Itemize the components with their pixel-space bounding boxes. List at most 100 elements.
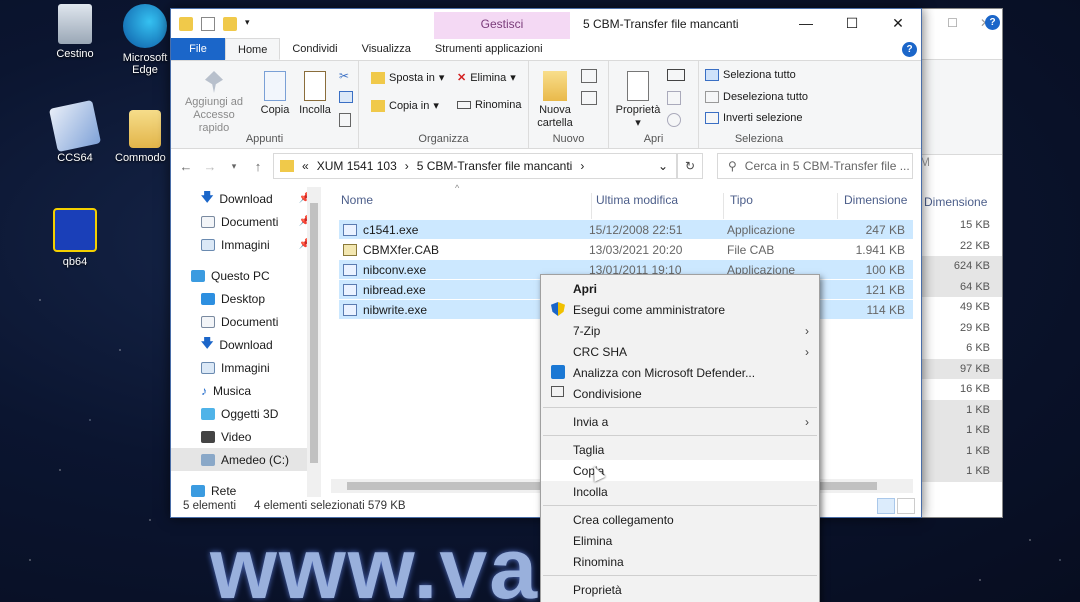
menu-item-defender-scan[interactable]: Analizza con Microsoft Defender... <box>541 362 819 383</box>
menu-item-create-shortcut[interactable]: Crea collegamento <box>541 509 819 530</box>
nav-item-drive-c[interactable]: Amedeo (C:) <box>171 448 321 471</box>
properties-button[interactable]: Proprietà ▾ <box>613 71 663 129</box>
group-label: Seleziona <box>734 133 784 145</box>
nav-item-oggetti-3d[interactable]: Oggetti 3D <box>171 402 321 425</box>
chevron-right-icon[interactable]: › <box>405 159 409 173</box>
paste-shortcut-icon[interactable] <box>339 113 351 127</box>
delete-icon: ✕ <box>457 72 467 84</box>
deselect-all-button[interactable]: Deseleziona tutto <box>705 91 808 103</box>
invert-selection-button[interactable]: Inverti selezione <box>705 112 803 124</box>
open-icon[interactable] <box>667 69 685 81</box>
recent-locations-icon[interactable]: ▾ <box>225 161 243 172</box>
address-bar[interactable]: « XUM 1541 103 › 5 CBM-Transfer file man… <box>273 153 677 179</box>
menu-item-share[interactable]: Condivisione <box>541 383 819 404</box>
desktop-icon <box>201 292 215 305</box>
exe-file-icon <box>343 223 357 236</box>
history-icon[interactable] <box>667 113 681 127</box>
select-all-button[interactable]: Seleziona tutto <box>705 69 796 81</box>
pin-icon <box>205 71 223 93</box>
nav-scrollbar[interactable] <box>307 187 321 497</box>
drive-icon <box>201 453 215 466</box>
nav-item-questo-pc[interactable]: Questo PC <box>171 264 321 287</box>
scrollbar-thumb[interactable] <box>310 203 318 463</box>
close-button[interactable]: ✕ <box>875 9 921 39</box>
copy-to-button[interactable]: Copia in ▾ <box>371 99 439 112</box>
chevron-right-icon[interactable]: › <box>580 159 584 173</box>
nav-item-documenti[interactable]: Documenti <box>171 310 321 333</box>
group-label: Appunti <box>245 133 284 145</box>
column-header-type[interactable]: Tipo <box>723 193 753 219</box>
up-arrow-icon[interactable]: ↑ <box>249 159 267 174</box>
tab-strumenti-applicazioni[interactable]: Strumenti applicazioni <box>423 38 555 60</box>
window-title: 5 CBM-Transfer file mancanti <box>583 17 739 31</box>
menu-item-apri[interactable]: Apri <box>541 278 819 299</box>
menu-item-run-as-admin[interactable]: Esegui come amministratore <box>541 299 819 320</box>
maximize-button[interactable]: ☐ <box>829 9 875 39</box>
new-item-icon[interactable] <box>581 69 597 83</box>
nav-item-download-quick[interactable]: 🡇 Download 📌 <box>171 187 321 210</box>
desktop-icon-qb64[interactable]: qb64 <box>30 208 120 268</box>
refresh-button[interactable]: ↻ <box>677 153 703 179</box>
breadcrumb-xum[interactable]: XUM 1541 103 <box>317 159 397 173</box>
rename-button[interactable]: Rinomina <box>457 99 521 111</box>
background-size-column-header[interactable]: Dimensione <box>924 195 987 209</box>
forward-arrow-icon[interactable]: → <box>201 159 219 174</box>
tab-file[interactable]: File <box>171 38 225 60</box>
pin-quick-access-button[interactable]: Aggiungi ad Accesso rapido <box>177 71 251 135</box>
minimize-button[interactable]: — <box>783 9 829 39</box>
breadcrumb-current[interactable]: 5 CBM-Transfer file mancanti <box>417 159 573 173</box>
column-header-size[interactable]: Dimensione <box>837 193 907 219</box>
breadcrumb-overflow[interactable]: « <box>302 159 309 173</box>
tab-home[interactable]: Home <box>225 38 281 60</box>
menu-item-send-to[interactable]: Invia a › <box>541 411 819 432</box>
properties-icon[interactable] <box>201 17 215 31</box>
cut-icon[interactable]: ✂ <box>339 69 353 83</box>
copy-button[interactable]: Copia <box>257 71 293 116</box>
menu-item-crc-sha[interactable]: CRC SHA › <box>541 341 819 362</box>
column-header-modified[interactable]: Ultima modifica <box>591 193 678 219</box>
nav-item-musica[interactable]: ♪ Musica <box>171 379 321 402</box>
title-bar[interactable]: ▾ Gestisci 5 CBM-Transfer file mancanti … <box>171 9 921 39</box>
navigation-pane: 🡇 Download 📌 Documenti 📌 Immagini 📌 Ques… <box>171 187 321 498</box>
back-arrow-icon[interactable]: ← <box>177 159 195 174</box>
new-folder-icon[interactable] <box>223 17 237 31</box>
move-to-button[interactable]: Sposta in ▾ <box>371 71 444 84</box>
nav-item-video[interactable]: Video <box>171 425 321 448</box>
exe-file-icon <box>343 263 357 276</box>
menu-item-copy[interactable]: Copia <box>541 460 819 482</box>
menu-item-delete[interactable]: Elimina <box>541 530 819 551</box>
customize-toolbar-icon[interactable]: ▾ <box>245 17 255 31</box>
file-row[interactable]: c1541.exe 15/12/2008 22:51 Applicazione … <box>339 220 913 239</box>
menu-item-properties[interactable]: Proprietà <box>541 579 819 600</box>
help-icon[interactable]: ? <box>985 15 1000 30</box>
delete-button[interactable]: ✕ Elimina ▾ <box>457 71 516 85</box>
menu-item-cut[interactable]: Taglia <box>541 439 819 460</box>
help-icon[interactable]: ? <box>902 42 917 57</box>
search-box[interactable]: ⚲ Cerca in 5 CBM-Transfer file ... <box>717 153 913 179</box>
menu-item-7zip[interactable]: 7-Zip › <box>541 320 819 341</box>
new-folder-button[interactable]: Nuova cartella <box>533 71 577 130</box>
copy-path-icon[interactable] <box>339 91 353 103</box>
search-input[interactable]: Cerca in 5 CBM-Transfer file ... <box>745 159 910 173</box>
address-dropdown-icon[interactable]: ⌄ <box>658 159 668 173</box>
large-icons-view-icon[interactable] <box>897 498 915 514</box>
item-count: 5 elementi <box>183 500 237 512</box>
tab-condividi[interactable]: Condividi <box>280 38 349 60</box>
details-view-icon[interactable] <box>877 498 895 514</box>
chevron-right-icon: › <box>805 344 809 359</box>
menu-item-paste[interactable]: Incolla <box>541 481 819 502</box>
column-header-name[interactable]: Nome <box>341 193 373 219</box>
nav-item-desktop[interactable]: Desktop <box>171 287 321 310</box>
nav-item-immagini[interactable]: Immagini <box>171 356 321 379</box>
nav-item-immagini-quick[interactable]: Immagini 📌 <box>171 233 321 256</box>
easy-access-icon[interactable] <box>581 91 597 105</box>
menu-item-rename[interactable]: Rinomina <box>541 551 819 572</box>
nav-item-documenti-quick[interactable]: Documenti 📌 <box>171 210 321 233</box>
file-row[interactable]: CBMXfer.CAB 13/03/2021 20:20 File CAB 1.… <box>339 240 913 259</box>
paste-button[interactable]: Incolla <box>295 71 335 116</box>
ribbon: Aggiungi ad Accesso rapido Copia Incolla… <box>171 61 921 149</box>
edit-icon[interactable] <box>667 91 681 105</box>
tab-visualizza[interactable]: Visualizza <box>350 38 423 60</box>
download-icon: 🡇 <box>201 190 214 204</box>
nav-item-download[interactable]: 🡇 Download <box>171 333 321 356</box>
